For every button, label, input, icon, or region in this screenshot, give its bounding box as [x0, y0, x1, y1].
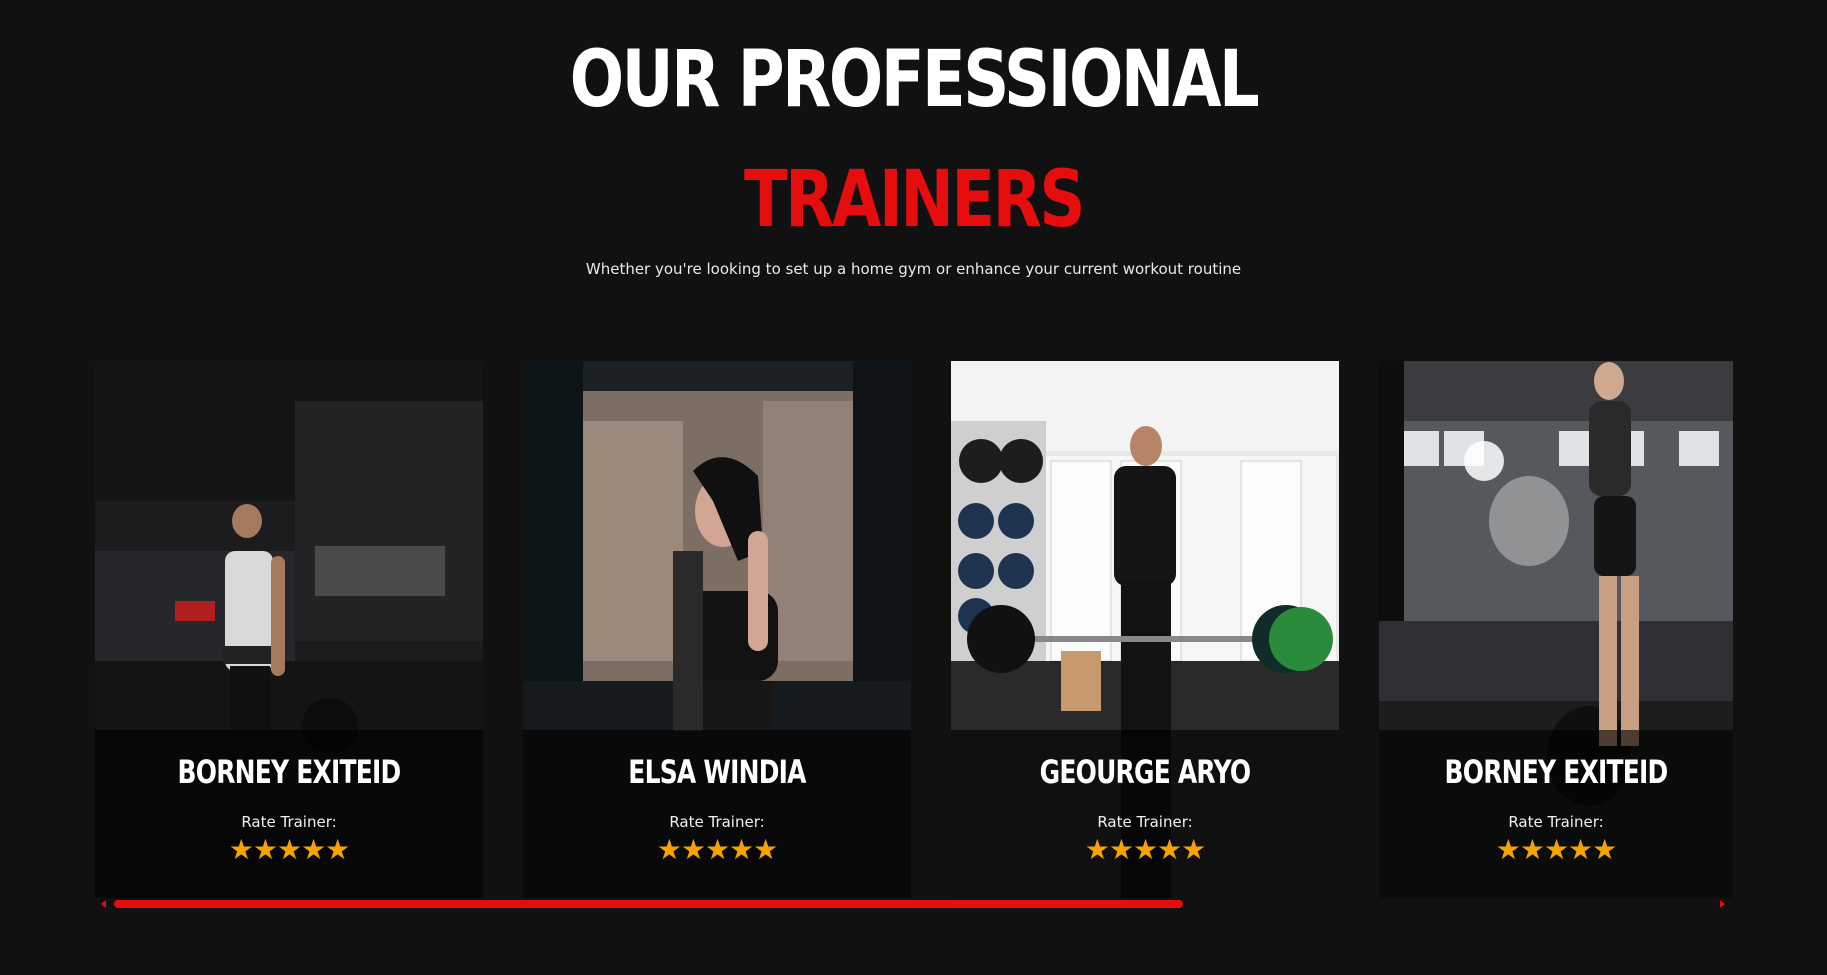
rate-trainer-label: Rate Trainer: [1097, 813, 1193, 831]
page-title: OUR PROFESSIONAL [569, 35, 1260, 125]
trainer-name: BORNEY EXITEID [177, 753, 402, 791]
scroll-left-arrow-icon[interactable] [101, 900, 106, 908]
star-rating[interactable]: ★★★★★ [951, 833, 1339, 866]
trainer-carousel[interactable]: BORNEY EXITEID Rate Trainer: ★★★★★ ELSA … [95, 361, 1733, 898]
section-subtitle: Whether you're looking to set up a home … [585, 260, 1242, 278]
trainer-card[interactable]: BORNEY EXITEID Rate Trainer: ★★★★★ [1379, 361, 1733, 898]
rate-trainer-label: Rate Trainer: [669, 813, 765, 831]
carousel-scrollbar[interactable] [95, 897, 1725, 911]
trainer-card[interactable]: GEOURGE ARYO Rate Trainer: ★★★★★ [951, 361, 1339, 898]
rate-trainer-label: Rate Trainer: [1508, 813, 1604, 831]
page-title-accent: TRAINERS [743, 155, 1086, 245]
star-rating[interactable]: ★★★★★ [1379, 833, 1733, 866]
trainer-card[interactable]: BORNEY EXITEID Rate Trainer: ★★★★★ [95, 361, 483, 898]
trainer-name: ELSA WINDIA [628, 753, 806, 791]
scroll-right-arrow-icon[interactable] [1720, 900, 1725, 908]
trainer-name: BORNEY EXITEID [1444, 753, 1669, 791]
scrollbar-thumb[interactable] [114, 900, 1183, 908]
star-rating[interactable]: ★★★★★ [523, 833, 911, 866]
trainer-name: GEOURGE ARYO [1039, 753, 1251, 791]
trainer-card[interactable]: ELSA WINDIA Rate Trainer: ★★★★★ [523, 361, 911, 898]
star-rating[interactable]: ★★★★★ [95, 833, 483, 866]
rate-trainer-label: Rate Trainer: [241, 813, 337, 831]
